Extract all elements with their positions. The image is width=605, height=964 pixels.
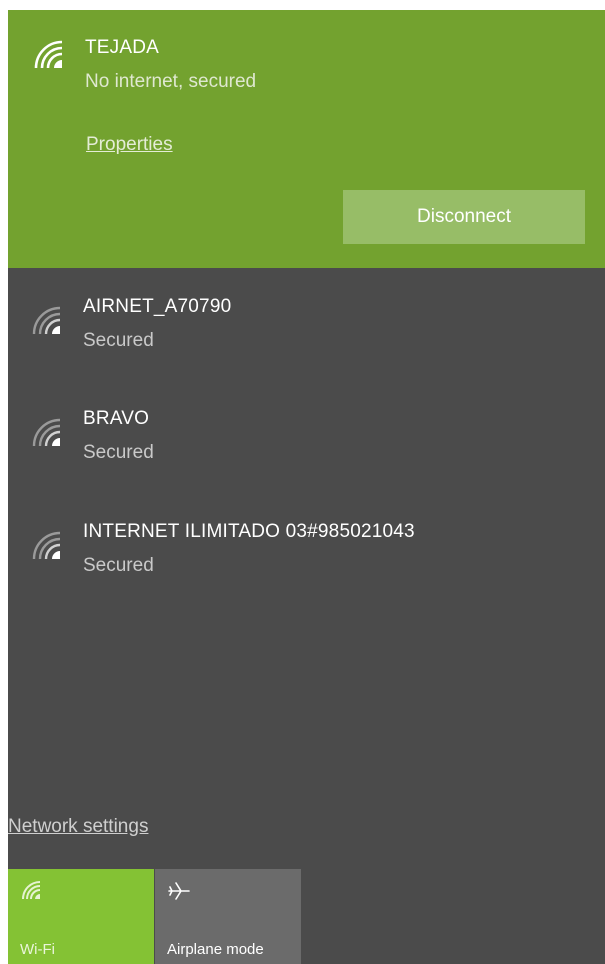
network-flyout: TEJADA No internet, secured Properties D… [8, 10, 605, 964]
wifi-icon [30, 416, 66, 452]
wifi-icon [30, 529, 66, 565]
network-name: AIRNET_A70790 [83, 296, 232, 317]
network-status: No internet, secured [85, 71, 257, 92]
network-name: INTERNET ILIMITADO 03#985021043 [83, 521, 415, 542]
wifi-icon [32, 38, 68, 74]
tile-label: Wi-Fi [20, 941, 55, 958]
network-item-bravo[interactable]: BRAVO Secured [8, 394, 605, 494]
wifi-toggle-tile[interactable]: Wi-Fi [8, 869, 154, 964]
wifi-icon [30, 304, 66, 340]
network-status: Secured [83, 330, 154, 351]
tile-label: Airplane mode [167, 941, 264, 958]
properties-link[interactable]: Properties [86, 134, 173, 156]
airplane-icon [167, 879, 191, 903]
network-item-internet-ilimitado[interactable]: INTERNET ILIMITADO 03#985021043 Secured [8, 507, 605, 607]
network-status: Secured [83, 442, 154, 463]
network-status: Secured [83, 555, 154, 576]
network-item-airnet[interactable]: AIRNET_A70790 Secured [8, 282, 605, 382]
connected-network-card[interactable]: TEJADA No internet, secured Properties D… [8, 10, 605, 268]
network-settings-link[interactable]: Network settings [8, 816, 148, 838]
network-name: TEJADA [85, 37, 160, 58]
disconnect-button[interactable]: Disconnect [343, 190, 585, 244]
wifi-icon [20, 879, 44, 903]
airplane-mode-tile[interactable]: Airplane mode [155, 869, 301, 964]
network-name: BRAVO [83, 408, 150, 429]
